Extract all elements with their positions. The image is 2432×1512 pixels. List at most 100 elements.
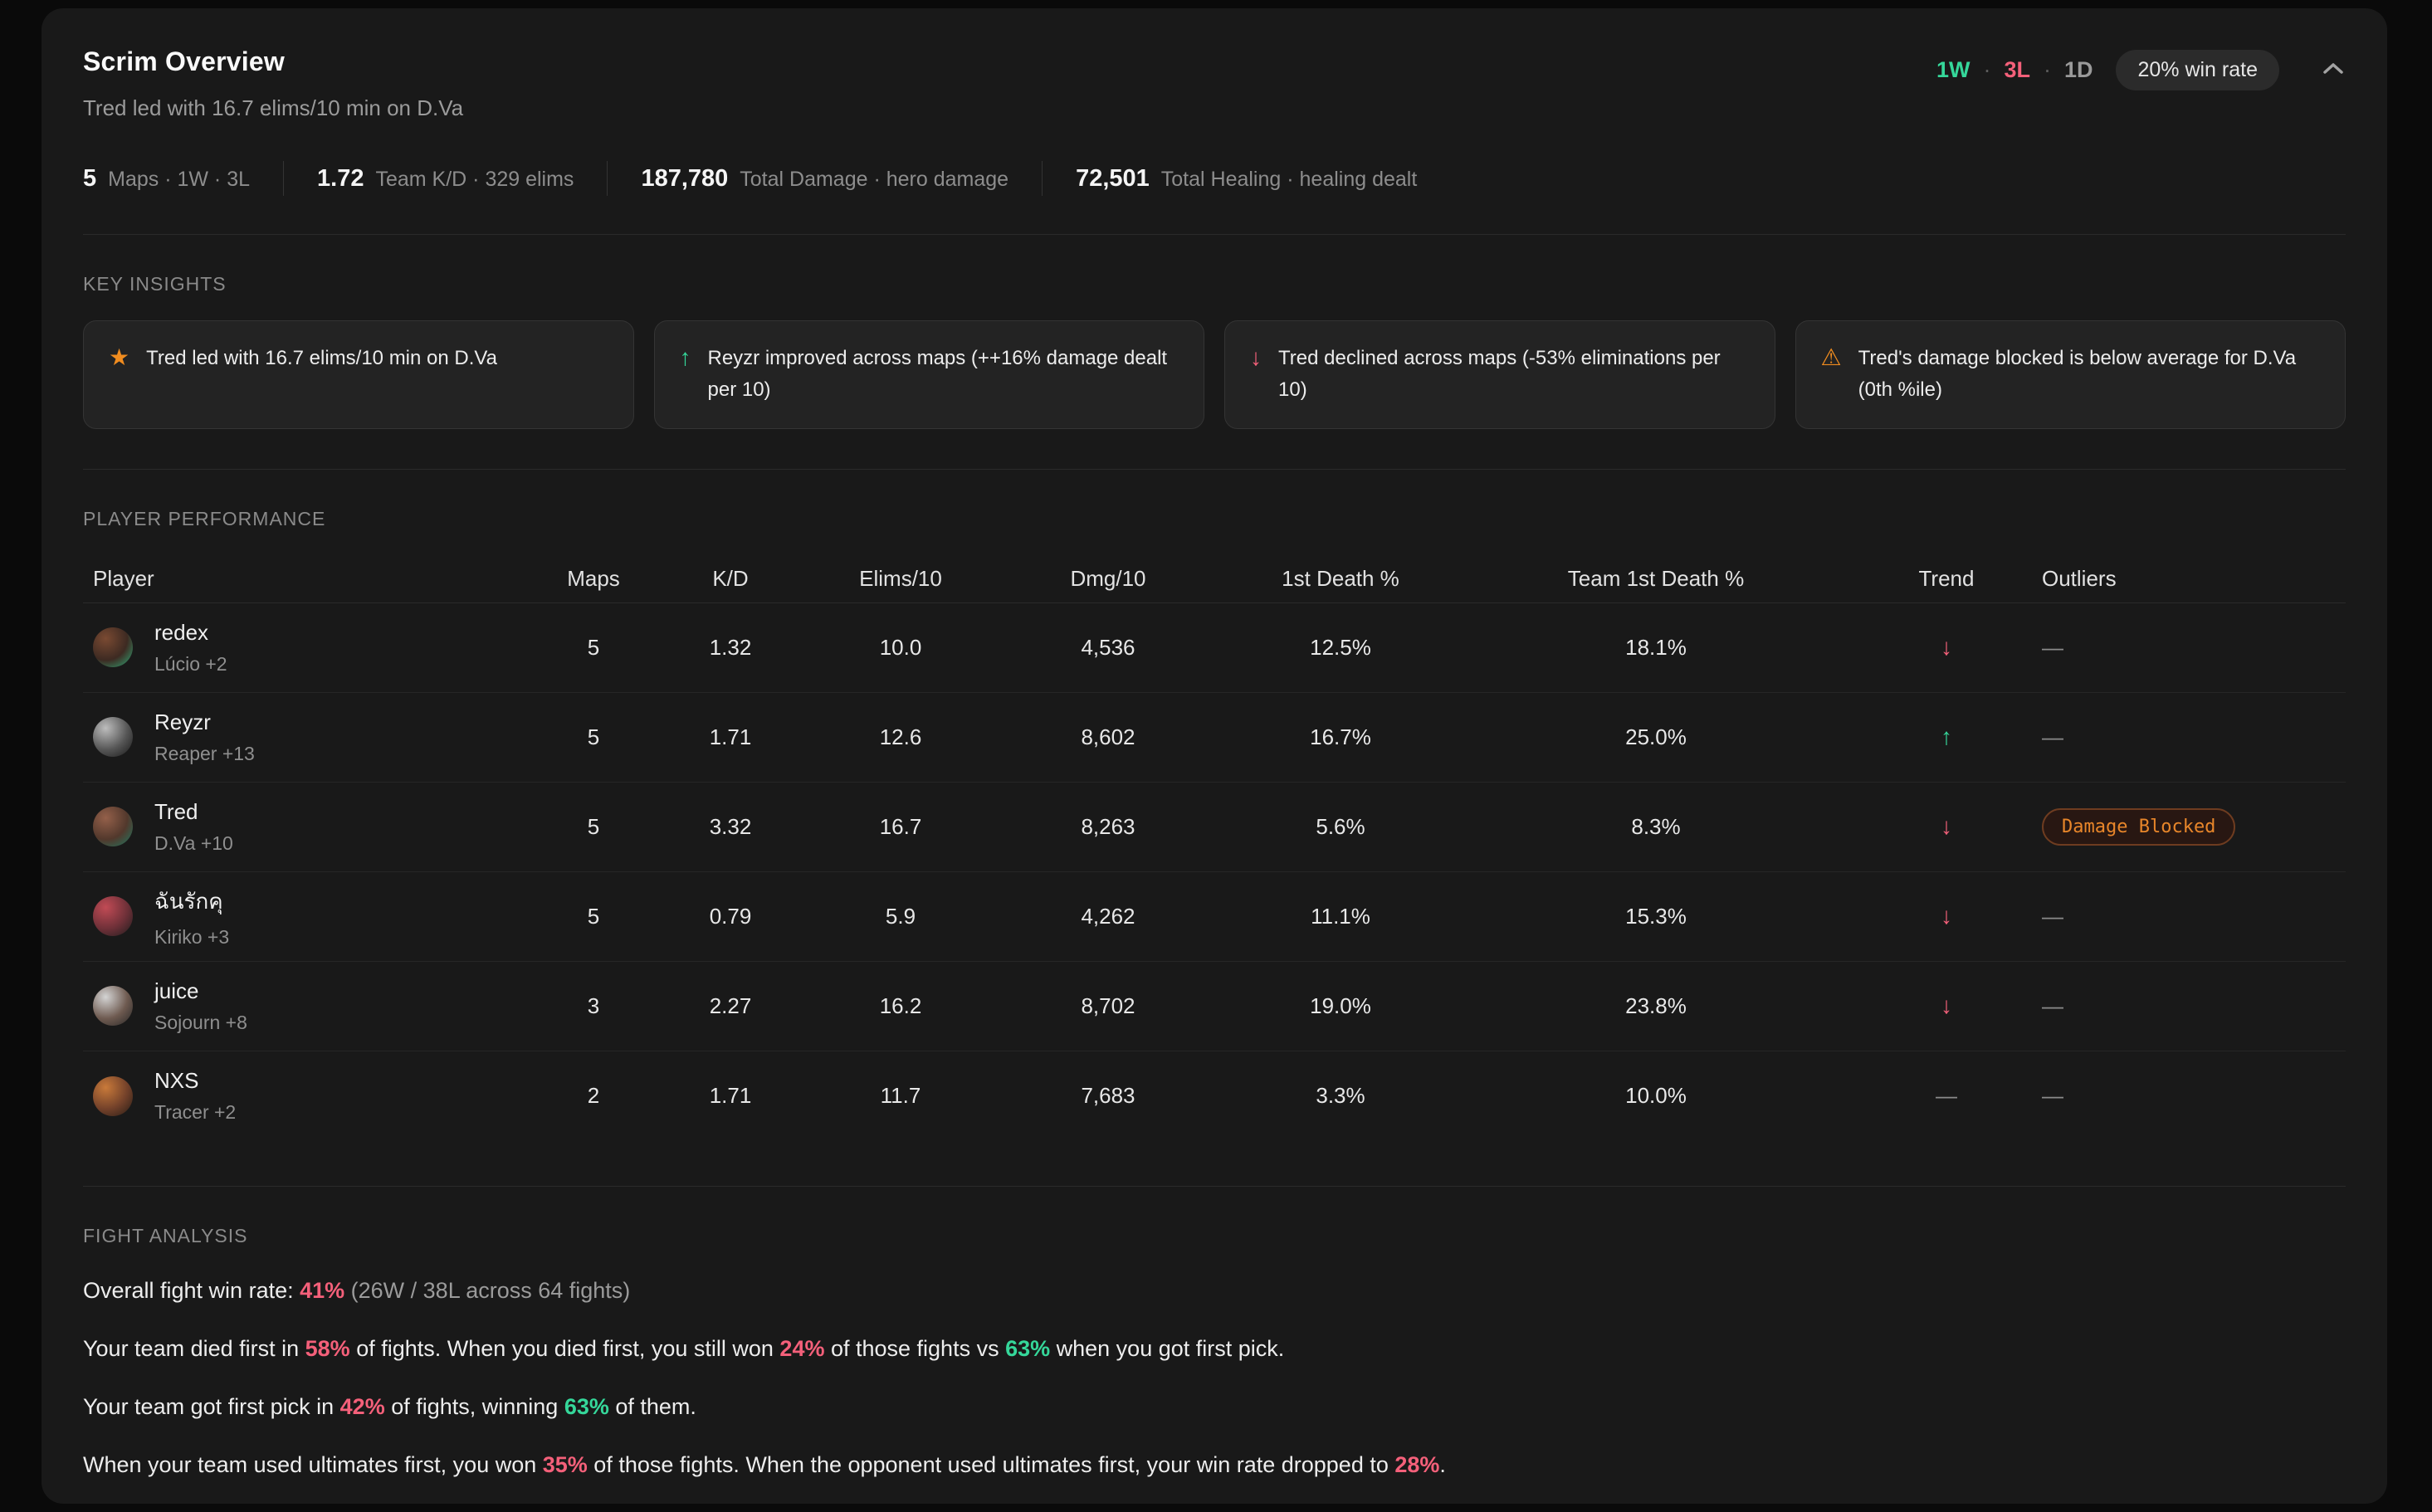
avatar	[93, 896, 133, 936]
stat-value: 1.72	[317, 165, 364, 193]
trend-down-icon: ↓	[1941, 903, 1952, 929]
first-death-cell: 19.0%	[1220, 993, 1461, 1019]
maps-cell: 2	[531, 1083, 656, 1109]
first-death-cell: 11.1%	[1220, 904, 1461, 929]
dmg-cell: 8,263	[996, 814, 1220, 840]
first-death-cell: 3.3%	[1220, 1083, 1461, 1109]
elims-cell: 10.0	[805, 635, 996, 661]
trend-cell: ↓	[1851, 634, 2042, 661]
kd-cell: 0.79	[656, 904, 805, 929]
column-header: Elims/10	[805, 566, 996, 592]
record-separator: ·	[2044, 57, 2051, 83]
stat-divider	[1042, 161, 1043, 196]
key-insights-cards: ★Tred led with 16.7 elims/10 min on D.Va…	[83, 320, 2346, 429]
trend-cell: ↓	[1851, 903, 2042, 929]
stat-label: Total Healing · healing dealt	[1161, 168, 1418, 192]
analysis-text-segment: Your team got first pick in	[83, 1394, 340, 1419]
summary-stat: 5Maps · 1W · 3L	[83, 165, 250, 193]
stat-divider	[607, 161, 608, 196]
insight-card: ★Tred led with 16.7 elims/10 min on D.Va	[83, 320, 634, 429]
record-losses: 3L	[2004, 57, 2030, 83]
trend-none-dash: —	[1936, 1083, 1957, 1108]
player-name: NXS	[154, 1068, 236, 1094]
player-name: redex	[154, 620, 227, 646]
player-cell: TredD.Va +10	[83, 799, 531, 855]
outlier-none-dash: —	[2042, 993, 2063, 1018]
outlier-none-dash: —	[2042, 724, 2063, 749]
player-name-block: NXSTracer +2	[154, 1068, 236, 1124]
arrow-up-icon: ↑	[680, 343, 691, 373]
table-row[interactable]: ReyzrReaper +1351.7112.68,60216.7%25.0%↑…	[83, 693, 2346, 783]
team-first-death-cell: 10.0%	[1461, 1083, 1851, 1109]
team-first-death-cell: 15.3%	[1461, 904, 1851, 929]
outlier-none-dash: —	[2042, 904, 2063, 929]
insight-card: ↑ Reyzr improved across maps (++16% damag…	[654, 320, 1205, 429]
player-name-block: TredD.Va +10	[154, 799, 233, 855]
analysis-text-segment: of fights, winning	[385, 1394, 564, 1419]
warning-icon: ⚠	[1821, 343, 1842, 373]
header-left: Scrim Overview Tred led with 16.7 elims/…	[83, 46, 463, 121]
kd-cell: 1.71	[656, 724, 805, 750]
player-name: Reyzr	[154, 710, 255, 735]
avatar	[93, 986, 133, 1026]
team-first-death-cell: 25.0%	[1461, 724, 1851, 750]
trend-down-icon: ↓	[1941, 813, 1952, 839]
insight-text: Reyzr improved across maps (++16% damage…	[708, 343, 1179, 407]
analysis-text-segment: 28%	[1394, 1452, 1439, 1477]
analysis-text-segment: .	[1439, 1452, 1446, 1477]
maps-cell: 5	[531, 904, 656, 929]
maps-cell: 5	[531, 635, 656, 661]
kd-cell: 3.32	[656, 814, 805, 840]
outlier-cell: —	[2042, 635, 2346, 661]
insight-card: ↓Tred declined across maps (-53% elimina…	[1224, 320, 1775, 429]
analysis-text-segment: of those fights. When the opponent used …	[588, 1452, 1395, 1477]
chevron-up-icon	[2321, 61, 2346, 80]
page-title: Scrim Overview	[83, 46, 463, 77]
table-row[interactable]: redexLúcio +251.3210.04,53612.5%18.1%↓—	[83, 603, 2346, 693]
first-death-cell: 5.6%	[1220, 814, 1461, 840]
analysis-text-segment: 63%	[1005, 1336, 1050, 1361]
outlier-cell: —	[2042, 724, 2346, 750]
elims-cell: 11.7	[805, 1083, 996, 1109]
column-header: Outliers	[2042, 566, 2346, 592]
outlier-cell: —	[2042, 1083, 2346, 1109]
record-wins: 1W	[1936, 57, 1971, 83]
stat-divider	[283, 161, 284, 196]
table-row[interactable]: ฉันรักคุKiriko +350.795.94,26211.1%15.3%…	[83, 872, 2346, 962]
analysis-text-segment: 63%	[564, 1394, 609, 1419]
map-record: 1W · 3L · 1D	[1936, 57, 2093, 83]
kd-cell: 1.71	[656, 1083, 805, 1109]
trend-cell: ↑	[1851, 724, 2042, 750]
divider	[83, 1186, 2346, 1187]
player-heroes: Sojourn +8	[154, 1012, 247, 1034]
analysis-text-segment: Your team died first in	[83, 1336, 305, 1361]
trend-down-icon: ↓	[1941, 634, 1952, 660]
fight-analysis-label: FIGHT ANALYSIS	[83, 1225, 2346, 1247]
player-cell: ReyzrReaper +13	[83, 710, 531, 765]
summary-stat: 187,780Total Damage · hero damage	[641, 165, 1008, 193]
collapse-panel-button[interactable]	[2321, 61, 2346, 80]
scrim-overview-panel: Scrim Overview Tred led with 16.7 elims/…	[42, 8, 2387, 1504]
maps-cell: 3	[531, 993, 656, 1019]
table-row[interactable]: TredD.Va +1053.3216.78,2635.6%8.3%↓Damag…	[83, 783, 2346, 872]
dmg-cell: 7,683	[996, 1083, 1220, 1109]
stat-value: 5	[83, 165, 96, 193]
record-draws: 1D	[2064, 57, 2093, 83]
trend-cell: —	[1851, 1083, 2042, 1109]
summary-stats-row: 5Maps · 1W · 3L1.72Team K/D · 329 elims1…	[83, 161, 2346, 196]
elims-cell: 12.6	[805, 724, 996, 750]
player-heroes: Kiriko +3	[154, 926, 229, 949]
page-subtitle: Tred led with 16.7 elims/10 min on D.Va	[83, 95, 463, 121]
player-name: ฉันรักคุ	[154, 885, 229, 919]
insight-text: Tred led with 16.7 elims/10 min on D.Va	[146, 343, 497, 374]
key-insights-label: KEY INSIGHTS	[83, 273, 2346, 295]
player-performance-label: PLAYER PERFORMANCE	[83, 508, 2346, 530]
table-row[interactable]: NXSTracer +2 21.7111.77,6833.3%10.0% — —	[83, 1051, 2346, 1141]
table-row[interactable]: juiceSojourn +832.2716.28,70219.0%23.8%↓…	[83, 962, 2346, 1051]
summary-stat: 1.72Team K/D · 329 elims	[317, 165, 574, 193]
player-name-block: ReyzrReaper +13	[154, 710, 255, 765]
analysis-text-segment: When your team used ultimates first, you…	[83, 1452, 543, 1477]
team-first-death-cell: 18.1%	[1461, 635, 1851, 661]
stat-value: 72,501	[1076, 165, 1150, 193]
dmg-cell: 8,602	[996, 724, 1220, 750]
